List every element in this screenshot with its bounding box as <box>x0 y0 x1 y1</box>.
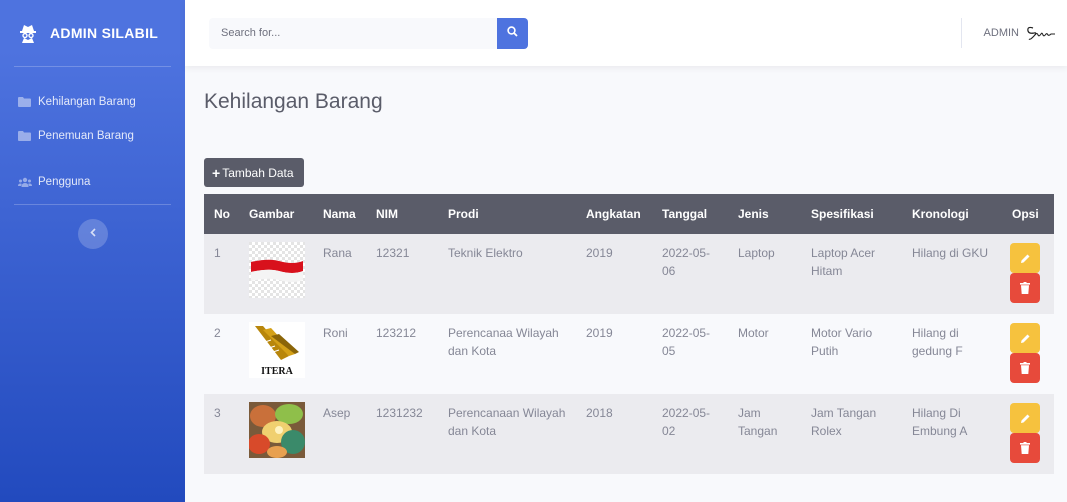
cell-nim: 1231232 <box>366 394 438 474</box>
main-content: ADMIN Kehilangan Barang + Tambah Data N <box>185 0 1067 502</box>
cell-kronologi: Hilang di GKU <box>902 234 1002 314</box>
pencil-icon <box>1020 254 1029 263</box>
table-row: 2 ITERA Roni 123212 Perencanaa Wilayah d… <box>204 314 1054 394</box>
table-row: 3 Asep 1231232 Perencanaan Wilayah dan K… <box>204 394 1054 474</box>
cell-spesifikasi: Jam Tangan Rolex <box>801 394 902 474</box>
cell-prodi: Perencanaan Wilayah dan Kota <box>438 394 576 474</box>
spy-icon <box>18 23 38 43</box>
table-header-row: No Gambar Nama NIM Prodi Angkatan Tangga… <box>204 194 1054 234</box>
app-root: ADMIN SILABIL Kehilangan Barang Penemuan… <box>0 0 1067 502</box>
cell-angkatan: 2019 <box>576 234 652 314</box>
folder-icon <box>18 97 32 107</box>
brand-title: ADMIN SILABIL <box>50 25 159 41</box>
col-header-tanggal[interactable]: Tanggal <box>652 194 728 234</box>
cell-kronologi: Hilang di gedung F <box>902 314 1002 394</box>
cell-nama: Asep <box>313 394 366 474</box>
cell-tanggal: 2022-05-06 <box>652 234 728 314</box>
search-input[interactable] <box>209 17 497 49</box>
topbar: ADMIN <box>185 0 1067 66</box>
sidebar-brand[interactable]: ADMIN SILABIL <box>0 0 185 66</box>
sidebar-item-pengguna[interactable]: Pengguna <box>0 162 185 202</box>
cell-tanggal: 2022-05-02 <box>652 394 728 474</box>
col-header-no[interactable]: No <box>204 194 239 234</box>
delete-button[interactable] <box>1010 353 1040 383</box>
cell-gambar <box>239 394 313 474</box>
edit-button[interactable] <box>1010 243 1040 273</box>
add-data-button[interactable]: + Tambah Data <box>204 158 304 187</box>
trash-icon <box>1020 442 1030 454</box>
signature-avatar-icon <box>1025 24 1057 42</box>
items-table: No Gambar Nama NIM Prodi Angkatan Tangga… <box>204 194 1054 474</box>
edit-button[interactable] <box>1010 403 1040 433</box>
table-row: 1 Rana 12321 Teknik Elektro 2019 2022-05… <box>204 234 1054 314</box>
cell-kronologi: Hilang Di Embung A <box>902 394 1002 474</box>
cell-opsi <box>1002 394 1054 474</box>
plus-icon: + <box>212 164 221 181</box>
col-header-jenis[interactable]: Jenis <box>728 194 801 234</box>
trash-icon <box>1020 362 1030 374</box>
cell-jenis: Motor <box>728 314 801 394</box>
cell-tanggal: 2022-05-05 <box>652 314 728 394</box>
col-header-kronologi[interactable]: Kronologi <box>902 194 1002 234</box>
itera-logo-image: ITERA <box>249 322 305 378</box>
cell-no: 2 <box>204 314 239 394</box>
itera-logo-text: ITERA <box>261 366 293 377</box>
user-name: ADMIN <box>983 27 1019 39</box>
page-title: Kehilangan Barang <box>204 90 383 113</box>
user-menu[interactable]: ADMIN <box>960 0 1057 66</box>
col-header-spesifikasi[interactable]: Spesifikasi <box>801 194 902 234</box>
indonesian-flag-image <box>249 242 305 298</box>
food-photo-image <box>249 402 305 458</box>
trash-icon <box>1020 282 1030 294</box>
sidebar-item-label: Penemuan Barang <box>38 130 134 142</box>
cell-no: 3 <box>204 394 239 474</box>
cell-jenis: Jam Tangan <box>728 394 801 474</box>
col-header-angkatan[interactable]: Angkatan <box>576 194 652 234</box>
cell-spesifikasi: Laptop Acer Hitam <box>801 234 902 314</box>
cell-nim: 12321 <box>366 234 438 314</box>
folder-icon <box>18 131 32 141</box>
cell-nama: Roni <box>313 314 366 394</box>
search-group <box>209 17 528 49</box>
cell-angkatan: 2019 <box>576 314 652 394</box>
search-icon <box>507 24 518 42</box>
col-header-nim[interactable]: NIM <box>366 194 438 234</box>
cell-opsi <box>1002 234 1054 314</box>
cell-angkatan: 2018 <box>576 394 652 474</box>
add-data-label: Tambah Data <box>222 165 294 180</box>
topbar-divider <box>960 18 962 48</box>
delete-button[interactable] <box>1010 273 1040 303</box>
sidebar: ADMIN SILABIL Kehilangan Barang Penemuan… <box>0 0 185 502</box>
cell-nama: Rana <box>313 234 366 314</box>
chevron-left-icon <box>89 228 96 240</box>
sidebar-toggle-button[interactable] <box>77 219 108 249</box>
cell-opsi <box>1002 314 1054 394</box>
cell-spesifikasi: Motor Vario Putih <box>801 314 902 394</box>
col-header-gambar[interactable]: Gambar <box>239 194 313 234</box>
cell-jenis: Laptop <box>728 234 801 314</box>
sidebar-item-penemuan-barang[interactable]: Penemuan Barang <box>0 116 185 156</box>
sidebar-item-label: Pengguna <box>38 176 91 188</box>
delete-button[interactable] <box>1010 433 1040 463</box>
cell-prodi: Perencanaa Wilayah dan Kota <box>438 314 576 394</box>
pencil-icon <box>1020 334 1029 343</box>
users-icon <box>18 177 32 187</box>
cell-no: 1 <box>204 234 239 314</box>
cell-gambar <box>239 234 313 314</box>
col-header-nama[interactable]: Nama <box>313 194 366 234</box>
cell-gambar: ITERA <box>239 314 313 394</box>
edit-button[interactable] <box>1010 323 1040 353</box>
cell-prodi: Teknik Elektro <box>438 234 576 314</box>
pencil-icon <box>1020 414 1029 423</box>
search-button[interactable] <box>497 17 528 49</box>
sidebar-divider <box>14 204 171 205</box>
cell-nim: 123212 <box>366 314 438 394</box>
col-header-opsi[interactable]: Opsi <box>1002 194 1054 234</box>
col-header-prodi[interactable]: Prodi <box>438 194 576 234</box>
sidebar-item-label: Kehilangan Barang <box>38 96 136 108</box>
